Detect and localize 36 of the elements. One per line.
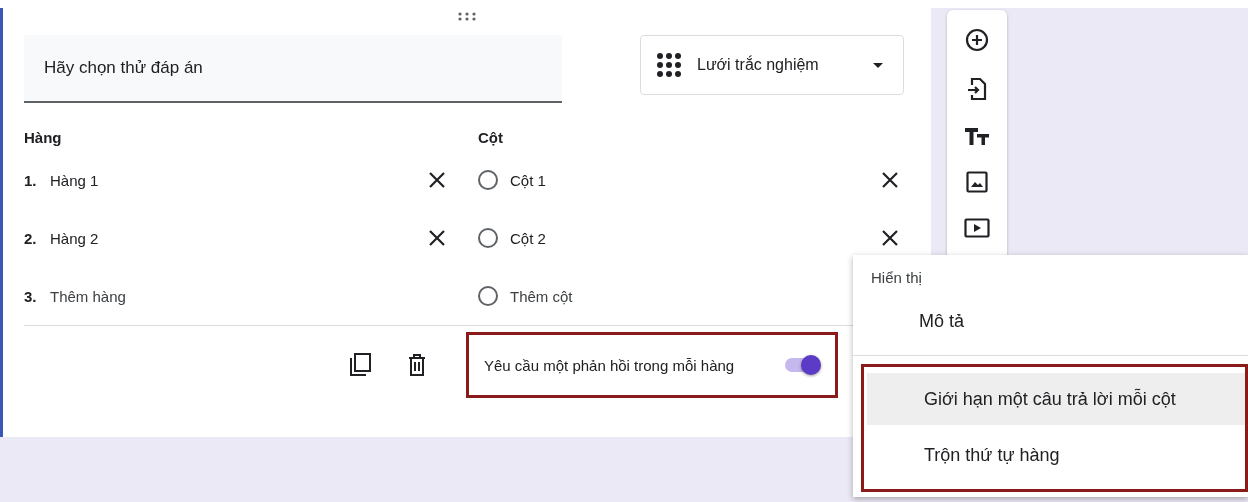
add-column-option[interactable]: Thêm cột [510,287,573,305]
required-toggle-label: Yêu cầu một phản hồi trong mỗi hàng [484,356,736,374]
radio-icon [478,286,498,306]
row-label[interactable]: Hàng 2 [50,229,99,247]
rows-heading: Hàng [24,129,63,148]
caret-icon [873,62,883,68]
trash-icon[interactable] [408,354,426,376]
video-icon[interactable] [964,218,990,238]
toggle-switch[interactable] [785,355,821,375]
add-icon[interactable] [965,28,989,52]
text-icon[interactable] [964,126,990,146]
menu-heading: Hiển thị [870,269,923,288]
radio-icon [478,170,498,190]
menu-item[interactable]: Giới hạn một câu trả lời mỗi cột [867,373,1245,425]
row-label[interactable]: Hàng 1 [50,171,99,189]
import-icon[interactable] [967,77,987,101]
image-icon[interactable] [966,171,988,193]
column-label[interactable]: Cột 1 [510,171,546,189]
menu-item[interactable]: Trộn thứ tự hàng [867,429,1245,481]
close-icon[interactable] [880,170,900,190]
close-icon[interactable] [427,170,447,190]
row-number: 1. [24,171,38,189]
radio-icon [478,228,498,248]
grid-icon [657,53,681,77]
column-label[interactable]: Cột 2 [510,229,546,247]
question-type-dropdown[interactable]: Lưới trắc nghiệm [640,35,904,95]
close-icon[interactable] [427,228,447,248]
question-title-field[interactable]: Hãy chọn thử đáp án [24,35,562,103]
row-number: 3. [24,287,38,305]
add-row-option[interactable]: Thêm hàng [50,287,126,305]
copy-icon[interactable] [349,353,371,377]
row-number: 2. [24,229,38,247]
menu-item[interactable]: Mô tả [853,295,1248,347]
columns-heading: Cột [478,129,504,148]
drag-handle-icon[interactable] [457,12,477,21]
close-icon[interactable] [880,228,900,248]
